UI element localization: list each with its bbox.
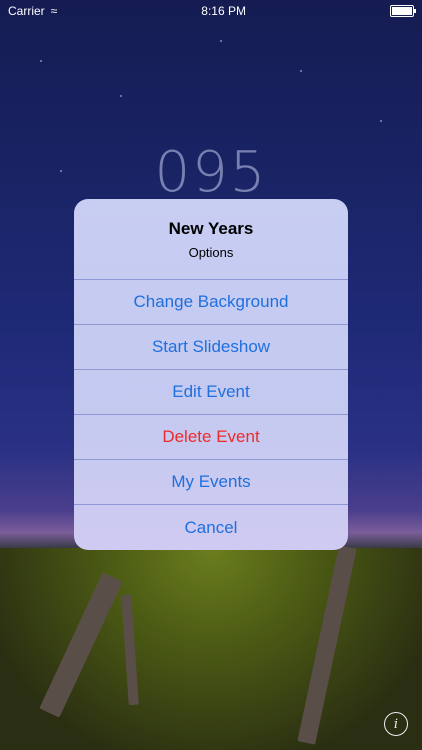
cancel-button[interactable]: Cancel [74, 505, 348, 550]
star [380, 120, 382, 122]
edit-event-button[interactable]: Edit Event [74, 370, 348, 415]
my-events-button[interactable]: My Events [74, 460, 348, 505]
status-bar: Carrier ≈ 8:16 PM [0, 0, 422, 22]
info-icon[interactable]: i [384, 712, 408, 736]
status-time: 8:16 PM [201, 4, 246, 18]
sheet-header: New Years Options [74, 199, 348, 280]
canola-field [0, 548, 422, 750]
star [300, 70, 302, 72]
battery-icon [390, 5, 416, 17]
options-action-sheet: New Years Options Change Background Star… [74, 199, 348, 550]
delete-event-button[interactable]: Delete Event [74, 415, 348, 460]
change-background-button[interactable]: Change Background [74, 280, 348, 325]
sheet-title: New Years [168, 218, 254, 238]
star [220, 40, 222, 42]
carrier-label: Carrier [8, 4, 45, 18]
star [120, 95, 122, 97]
start-slideshow-button[interactable]: Start Slideshow [74, 325, 348, 370]
wifi-icon: ≈ [50, 4, 58, 18]
star [40, 60, 42, 62]
sheet-subtitle: Options [188, 244, 234, 260]
countdown-days: 095 [154, 140, 268, 205]
